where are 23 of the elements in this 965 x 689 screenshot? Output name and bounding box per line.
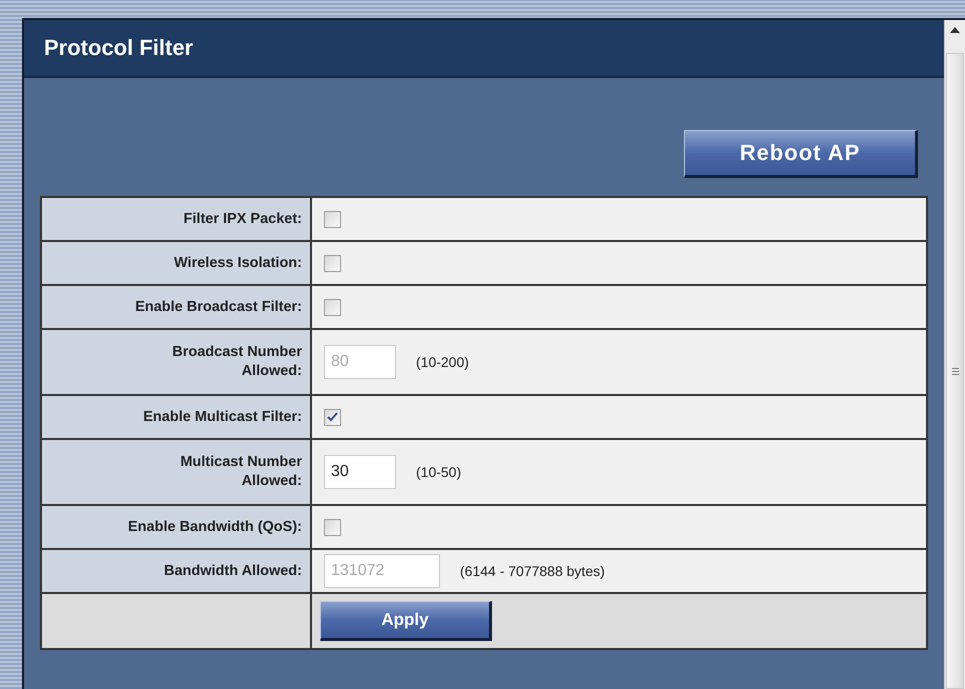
range-hint: (10-200) [416,354,469,370]
field-label: Enable Multicast Filter: [41,395,311,439]
scroll-up-icon[interactable] [950,27,960,33]
field-label: Enable Broadcast Filter: [41,285,311,329]
range-hint: (6144 - 7077888 bytes) [460,563,605,579]
checkbox[interactable] [324,210,341,228]
panel-title: Protocol Filter [44,35,194,61]
field-label: Bandwidth Allowed: [41,549,311,593]
grip-icon [952,368,958,374]
scrollbar-thumb[interactable] [946,53,964,689]
field-label: Enable Bandwidth (QoS): [41,505,311,549]
apply-button[interactable]: Apply [320,601,492,641]
checkbox[interactable] [324,518,341,536]
checkbox[interactable] [324,408,341,426]
input-field[interactable]: 30 [324,455,396,489]
checkbox[interactable] [324,254,341,272]
checkbox[interactable] [324,298,341,316]
field-label: Filter IPX Packet: [41,197,311,241]
field-label: Multicast Number Allowed: [41,439,311,505]
range-hint: (10-50) [416,464,462,480]
reboot-button[interactable]: Reboot AP [684,130,918,178]
field-label: Broadcast Number Allowed: [41,329,311,395]
field-label: Wireless Isolation: [41,241,311,285]
